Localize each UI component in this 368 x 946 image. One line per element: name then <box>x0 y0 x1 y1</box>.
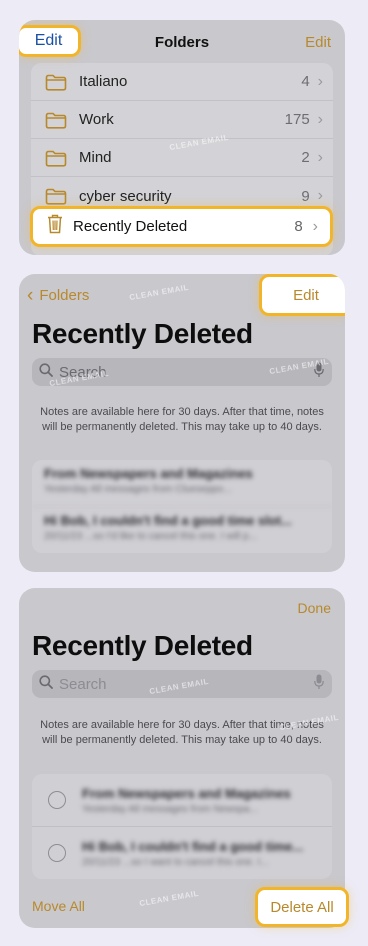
edit-button-right[interactable]: Edit <box>305 34 331 51</box>
chevron-right-icon: › <box>317 110 323 128</box>
folder-name: Mind <box>79 149 112 166</box>
note-title: Hi Bob, I couldn't find a good time... <box>82 838 304 854</box>
folder-name: Italiano <box>79 73 128 90</box>
note-subtitle: 20/11/23 ...so I want to cancel this one… <box>82 856 269 868</box>
folder-name: Work <box>79 111 114 128</box>
folder-count: 2 <box>301 149 310 166</box>
folder-count: 9 <box>301 187 310 205</box>
folder-icon <box>45 112 67 129</box>
select-radio[interactable] <box>48 791 66 809</box>
chevron-right-icon: › <box>317 148 323 166</box>
folder-row-recently-deleted[interactable]: Recently Deleted 8 › <box>30 206 333 247</box>
recently-deleted-edit-panel: Done Recently Deleted Search Notes are a… <box>19 588 345 928</box>
microphone-icon[interactable] <box>314 674 324 695</box>
watermark: CLEAN EMAIL <box>128 282 190 303</box>
list-item[interactable]: Hi Bob, I couldn't find a good time slot… <box>32 513 332 553</box>
note-subtitle: 20/11/23 ...so I'd like to cancel this o… <box>44 531 257 542</box>
watermark: CLEAN EMAIL <box>138 888 200 909</box>
select-radio[interactable] <box>48 844 66 862</box>
folders-panel: Folders Edit Italiano 4 › Work 175 › Min… <box>19 20 345 255</box>
microphone-icon[interactable] <box>314 362 324 383</box>
back-button[interactable]: ‹ Folders <box>27 286 89 305</box>
list-item[interactable]: Hi Bob, I couldn't find a good time... 2… <box>32 827 332 879</box>
delete-all-button[interactable]: Delete All <box>255 887 349 927</box>
search-field[interactable]: Search <box>32 358 332 386</box>
folder-count: 4 <box>301 73 310 90</box>
note-title: Hi Bob, I couldn't find a good time slot… <box>44 513 292 528</box>
list-item[interactable]: From Newspapers and Magazines Yesterday … <box>32 466 332 507</box>
chevron-right-icon: › <box>317 72 323 90</box>
folder-icon <box>45 150 67 167</box>
chevron-left-icon: ‹ <box>27 285 34 306</box>
folder-count: 175 <box>284 111 310 128</box>
list-item[interactable]: From Newspapers and Magazines Yesterday … <box>32 774 332 827</box>
chevron-right-icon: › <box>317 187 323 204</box>
folder-row-mind[interactable]: Mind 2 › <box>31 139 333 177</box>
note-subtitle: Yesterday All messages from Clueseppo... <box>44 484 232 495</box>
folder-icon <box>45 188 67 205</box>
folder-row-work[interactable]: Work 175 › <box>31 101 333 139</box>
edit-button-left[interactable]: Edit <box>19 25 81 57</box>
folder-row-italiano[interactable]: Italiano 4 › <box>31 63 333 101</box>
note-subtitle: Yesterday All messages from Newspa... <box>82 803 258 815</box>
notes-list: From Newspapers and Magazines Yesterday … <box>32 460 332 553</box>
page-title: Recently Deleted <box>32 318 253 349</box>
note-title: From Newspapers and Magazines <box>44 466 253 481</box>
folder-name: Recently Deleted <box>73 218 188 235</box>
retention-info: Notes are available here for 30 days. Af… <box>40 719 324 746</box>
notes-list: From Newspapers and Magazines Yesterday … <box>32 774 332 879</box>
folder-count: 8 <box>294 218 303 235</box>
back-label: Folders <box>39 287 90 304</box>
search-icon <box>39 362 53 382</box>
note-title: From Newspapers and Magazines <box>82 785 291 801</box>
folder-icon <box>45 74 67 91</box>
search-field[interactable]: Search <box>32 670 332 698</box>
retention-info: Notes are available here for 30 days. Af… <box>40 406 324 433</box>
search-icon <box>39 674 53 694</box>
search-input[interactable]: Search <box>59 676 314 693</box>
done-button[interactable]: Done <box>298 600 331 616</box>
search-input[interactable]: Search <box>59 364 314 381</box>
edit-button[interactable]: Edit <box>259 274 345 316</box>
trash-icon <box>47 214 63 239</box>
recently-deleted-panel: ‹ Folders Edit Recently Deleted Search N… <box>19 274 345 572</box>
page-title: Recently Deleted <box>32 630 253 661</box>
folder-name: cyber security <box>79 187 172 205</box>
chevron-right-icon: › <box>312 217 318 235</box>
move-all-button[interactable]: Move All <box>32 898 85 914</box>
